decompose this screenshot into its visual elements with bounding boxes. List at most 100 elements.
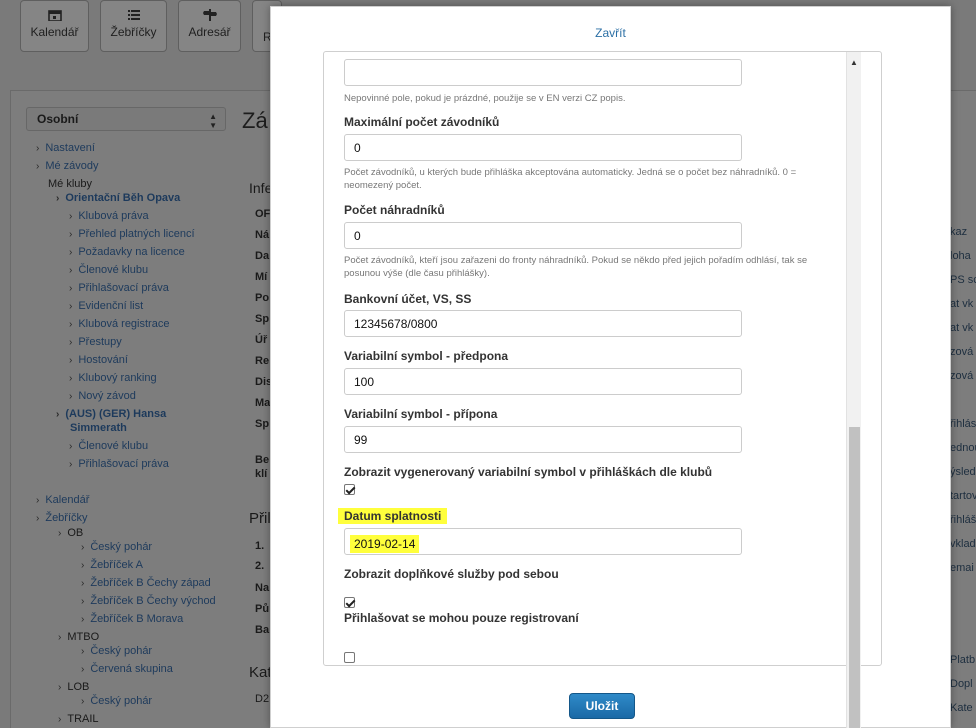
tree-item[interactable]: › Hostování [69,351,128,370]
mid-label: 1. [255,540,265,552]
mid-label: Ma [255,397,271,409]
right-label[interactable]: vklad [950,538,976,550]
mid-label: 2. [255,560,265,572]
right-label[interactable]: řihlás [950,418,976,430]
tree-item[interactable]: › Požadavky na licence [69,243,185,262]
substitutes-input[interactable]: 0 [344,222,742,249]
select-arrows-icon: ▲ ▼ [209,112,217,130]
description-en-input[interactable] [344,59,742,86]
calendar-icon [47,10,62,21]
substitutes-label: Počet náhradníků [344,203,445,217]
registered-only-checkbox[interactable] [344,652,355,663]
bank-account-label: Bankovní účet, VS, SS [344,292,472,306]
mid-label: Přil [249,510,271,527]
tree-item[interactable]: › Členové klubu [69,261,148,280]
mid-label: OF [255,208,271,220]
registered-only-label: Přihlašovat se mohou pouze registrovaní [344,611,579,625]
right-label[interactable]: kaz [950,226,967,238]
right-label[interactable]: Dopl [950,678,973,690]
tree-item[interactable]: › Nastavení [36,139,95,158]
signpost-icon [202,9,217,21]
tree-item[interactable]: › Klubová práva [69,207,149,226]
close-link[interactable]: Zavřít [271,26,950,40]
list-icon [127,10,140,20]
right-label[interactable]: at vk [950,322,973,334]
tree-item[interactable]: › Žebříček B Čechy západ [81,574,211,593]
tree-item[interactable]: › OB [58,524,83,543]
right-label[interactable]: ýsled [950,466,976,478]
vs-suffix-label: Variabilní symbol - přípona [344,407,498,421]
tree-item[interactable]: › Mé závody [36,157,99,176]
vs-suffix-input[interactable]: 99 [344,426,742,453]
max-competitors-hint: Počet závodníků, u kterých bude přihlášk… [344,167,797,191]
tree-item[interactable]: › Žebříček B Morava [81,610,183,629]
right-label[interactable]: tartov [950,490,976,502]
right-label[interactable]: loha [950,250,971,262]
description-en-hint: Nepovinné pole, pokud je prázdné, použij… [344,93,626,104]
tree-item[interactable]: › Přihlašovací práva [69,279,169,298]
show-extras-label: Zobrazit doplňkové služby pod sebou [344,567,559,581]
tree-item[interactable]: › Orientační Běh Opava [56,189,180,208]
edit-modal: Zavřít ▲ Nepovinné pole, pokud je prázdn… [270,6,951,728]
tree-item: Simmerath [70,422,127,434]
show-extras-checkbox[interactable] [344,597,355,608]
max-competitors-input[interactable]: 0 [344,134,742,161]
right-label[interactable]: emai [950,562,974,574]
right-label[interactable]: PS sc [950,274,976,286]
max-competitors-label: Maximální počet závodníků [344,115,500,129]
vs-prefix-label: Variabilní symbol - předpona [344,349,509,363]
right-label[interactable]: zová [950,370,973,382]
mid-label: Po [255,292,270,304]
tree-item[interactable]: › Evidenční list [69,297,143,316]
due-date-input[interactable]: 2019-02-14 [344,528,742,555]
vs-prefix-input[interactable]: 100 [344,368,742,395]
mid-label: klí [255,468,268,480]
scroll-up-icon[interactable]: ▲ [850,58,858,67]
tree-item[interactable]: › Žebříček B Čechy východ [81,592,216,611]
tab-zebricky[interactable]: Žebříčky [100,0,167,52]
right-label[interactable]: zová [950,346,973,358]
right-label[interactable]: at vk [950,298,973,310]
right-label[interactable]: Platb [950,654,975,666]
right-label[interactable]: Kate [950,702,973,714]
substitutes-hint: Počet závodníků, kteří jsou zařazeni do … [344,255,808,279]
tab-zebricky-label: Žebříčky [110,25,157,39]
tree-item[interactable]: › Červená skupina [81,660,173,679]
form-scrollbar[interactable]: ▲ [846,52,861,728]
mid-label: Sp [255,313,270,325]
tree-item[interactable]: › Přehled platných licencí [69,225,195,244]
tree-item[interactable]: › Klubová registrace [69,315,169,334]
scroll-thumb[interactable] [849,427,860,728]
bank-account-input[interactable]: 12345678/0800 [344,310,742,337]
tree-item[interactable]: › Nový závod [69,387,136,406]
tree-item[interactable]: › Kalendář [36,491,89,510]
tree-item[interactable]: › Žebříček A [81,556,143,575]
right-label[interactable]: řihláš [950,514,976,526]
profile-select[interactable]: Osobní ▲ ▼ [26,107,226,131]
mid-label: Ba [255,624,270,636]
tree-item[interactable]: › Český pohár [81,642,152,661]
mid-label: Be [255,454,270,466]
tree-item[interactable]: › Členové klubu [69,437,148,456]
tab-adresar[interactable]: Adresář [178,0,241,52]
mid-label: Re [255,355,270,367]
show-vs-checkbox[interactable] [344,484,355,495]
tree-item[interactable]: › Přestupy [69,333,122,352]
tree-item[interactable]: › Český pohár [81,692,152,711]
mid-label: Úř [255,334,268,346]
mid-label: Na [255,582,270,594]
tree-item[interactable]: › Přihlašovací práva [69,455,169,474]
mid-label: Pů [255,603,270,615]
tab-kalendar-label: Kalendář [30,25,79,39]
due-date-label: Datum splatnosti [338,508,448,524]
tree-item[interactable]: › Český pohár [81,538,152,557]
save-button[interactable]: Uložit [569,693,635,719]
mid-label: Da [255,250,270,262]
tree-item[interactable]: › Klubový ranking [69,369,157,388]
page-heading: Zá [242,108,268,133]
tab-adresar-label: Adresář [188,25,231,39]
show-vs-label: Zobrazit vygenerovaný variabilní symbol … [344,465,713,479]
tab-kalendar[interactable]: Kalendář [20,0,89,52]
right-label[interactable]: ednou [950,442,976,454]
tree-item[interactable]: › TRAIL [58,710,99,728]
